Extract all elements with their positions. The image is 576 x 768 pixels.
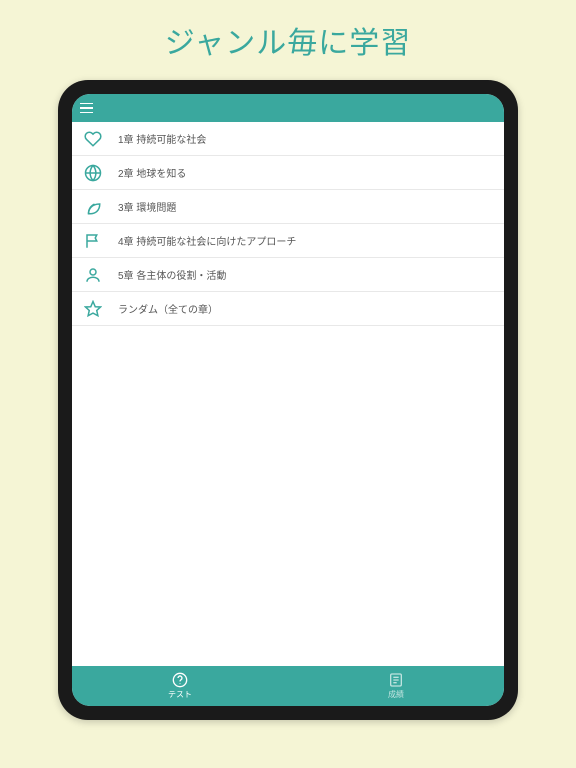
tablet-frame: 1章 持続可能な社会 2章 地球を知る 3章 環境問題 4章 持続可能な社会に向… (58, 80, 518, 720)
list-item[interactable]: ランダム（全ての章） (72, 292, 504, 326)
list-icon (388, 672, 404, 688)
list-item-label: ランダム（全ての章） (118, 301, 218, 316)
tab-test[interactable]: テスト (72, 672, 288, 700)
flag-icon (84, 232, 102, 250)
tablet-screen: 1章 持続可能な社会 2章 地球を知る 3章 環境問題 4章 持続可能な社会に向… (72, 94, 504, 706)
list-item-label: 3章 環境問題 (118, 199, 176, 214)
list-item[interactable]: 3章 環境問題 (72, 190, 504, 224)
list-item-label: 1章 持続可能な社会 (118, 131, 206, 146)
tab-results[interactable]: 成績 (288, 672, 504, 700)
leaf-icon (84, 198, 102, 216)
help-icon (172, 672, 188, 688)
person-icon (84, 266, 102, 284)
list-item-label: 4章 持続可能な社会に向けたアプローチ (118, 233, 296, 248)
list-item[interactable]: 1章 持続可能な社会 (72, 122, 504, 156)
tab-label: 成績 (388, 689, 404, 700)
list-item[interactable]: 4章 持続可能な社会に向けたアプローチ (72, 224, 504, 258)
heart-icon (84, 130, 102, 148)
globe-icon (84, 164, 102, 182)
app-bar (72, 94, 504, 122)
star-icon (84, 300, 102, 318)
list-item[interactable]: 5章 各主体の役割・活動 (72, 258, 504, 292)
tab-label: テスト (168, 689, 192, 700)
list-item[interactable]: 2章 地球を知る (72, 156, 504, 190)
page-title: ジャンル毎に学習 (165, 18, 412, 62)
menu-icon[interactable] (80, 98, 100, 118)
list-item-label: 2章 地球を知る (118, 165, 186, 180)
chapter-list: 1章 持続可能な社会 2章 地球を知る 3章 環境問題 4章 持続可能な社会に向… (72, 122, 504, 666)
tab-bar: テスト 成績 (72, 666, 504, 706)
list-item-label: 5章 各主体の役割・活動 (118, 267, 226, 282)
